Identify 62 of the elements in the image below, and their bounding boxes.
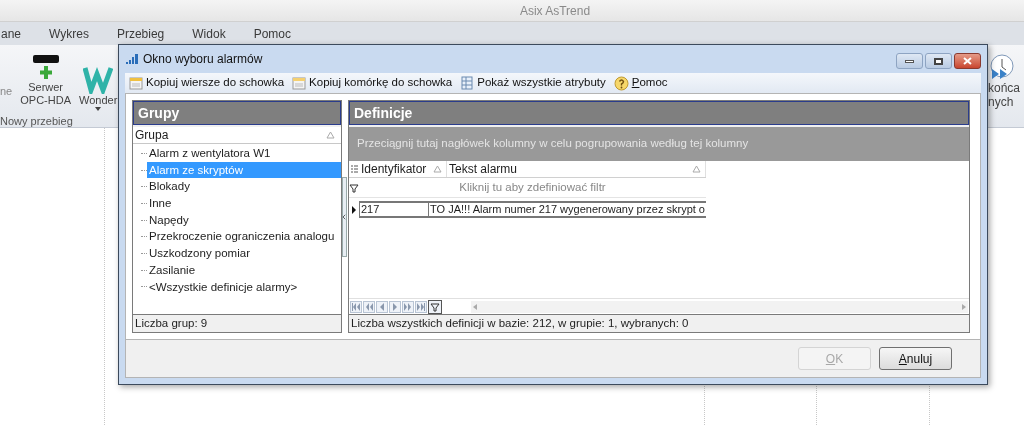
arrow-right-icon — [962, 303, 966, 310]
toolbar-button[interactable]: Kopiuj komórkę do schowka — [292, 74, 453, 92]
navigation-button[interactable] — [350, 300, 362, 313]
group-label: Nowy przebieg — [0, 114, 74, 129]
maximize-button[interactable] — [925, 53, 952, 69]
dialog-title: Okno wyboru alarmów — [143, 51, 263, 68]
ribbon-button[interactable]: Wonder — [79, 58, 118, 113]
ribbon-label: ne — [0, 83, 13, 99]
help-icon — [613, 75, 629, 91]
clipboard-icon — [129, 76, 143, 90]
arrow-icon — [404, 302, 412, 311]
arrow-icon — [352, 302, 360, 311]
group-item[interactable]: Przekroczenie ograniczenia analogu — [147, 228, 341, 246]
ribbon-button[interactable]: końca nych — [988, 45, 1024, 127]
ribbon-button[interactable]: Serwer OPC-HDA — [20, 45, 71, 113]
group-item[interactable]: <Wszystkie definicje alarmy> — [147, 278, 341, 296]
menu-tab[interactable]: Wykres — [49, 24, 89, 43]
navigation-button[interactable] — [363, 300, 375, 313]
group-item[interactable]: Uszkodzony pomiar — [147, 245, 341, 262]
filter-row[interactable]: Kliknij tu aby zdefiniować filtr — [359, 178, 706, 197]
menu-tab[interactable]: Widok — [192, 24, 226, 43]
column-header: Grupa — [133, 127, 341, 144]
clipboard-icon — [292, 76, 307, 90]
sort-icon — [326, 131, 335, 139]
group-by-area: Przeciągnij tutaj nagłówek kolumny w celu pogrupowania według tej kolumny — [349, 127, 969, 161]
panel-header: Definicje — [349, 101, 969, 125]
dialog-button[interactable]: Anuluj — [879, 347, 952, 370]
menu-tab[interactable]: Przebieg — [116, 24, 165, 43]
clock-icon — [988, 53, 1014, 81]
menu-tab[interactable]: ane — [1, 24, 22, 43]
filter-button[interactable] — [428, 299, 442, 314]
column-header[interactable]: Identyfikator — [359, 161, 447, 177]
bar-chart-icon — [125, 53, 139, 65]
close-icon — [963, 57, 972, 65]
column-header[interactable]: Tekst alarmu — [447, 161, 706, 177]
arrow-icon — [365, 302, 373, 311]
menu-tab[interactable]: Pomoc — [253, 24, 291, 43]
panel-header: Grupy — [133, 101, 341, 125]
arrow-left-icon — [473, 303, 477, 310]
filter-icon — [349, 182, 359, 193]
horizontal-scrollbar[interactable] — [471, 300, 968, 313]
table-cell: 217 — [359, 201, 429, 218]
status-text: Liczba wszystkich definicji w bazie: 212, w grupie: 1, wybranych: 0 — [350, 315, 690, 331]
toolbar-button[interactable]: Pokaż wszystkie atrybuty — [460, 74, 606, 92]
close-button[interactable] — [954, 53, 981, 69]
splitter-handle[interactable] — [342, 176, 347, 257]
table-cell: TO JA!!! Alarm numer 217 wygenerowany przez skrypt o — [428, 201, 706, 218]
table-icon — [460, 76, 475, 90]
group-item[interactable]: Alarm z wentylatora W1 — [147, 145, 341, 162]
navigation-button[interactable] — [376, 300, 388, 313]
toolbar-button[interactable]: Kopiuj wiersze do schowka — [129, 74, 285, 92]
arrow-icon — [417, 302, 425, 311]
window-title: Asix AsTrend — [519, 2, 591, 20]
navigation-button[interactable] — [402, 300, 414, 313]
group-item[interactable]: Zasilanie — [147, 261, 341, 279]
navigation-button[interactable] — [389, 300, 401, 313]
status-text: Liczba grup: 9 — [134, 315, 209, 331]
group-item[interactable]: Inne — [147, 195, 341, 212]
group-item[interactable]: Napędy — [147, 211, 341, 229]
toolbar-button[interactable]: Pomoc — [613, 74, 668, 92]
group-item[interactable]: Blokady — [147, 178, 341, 196]
minimize-button[interactable] — [896, 53, 923, 69]
